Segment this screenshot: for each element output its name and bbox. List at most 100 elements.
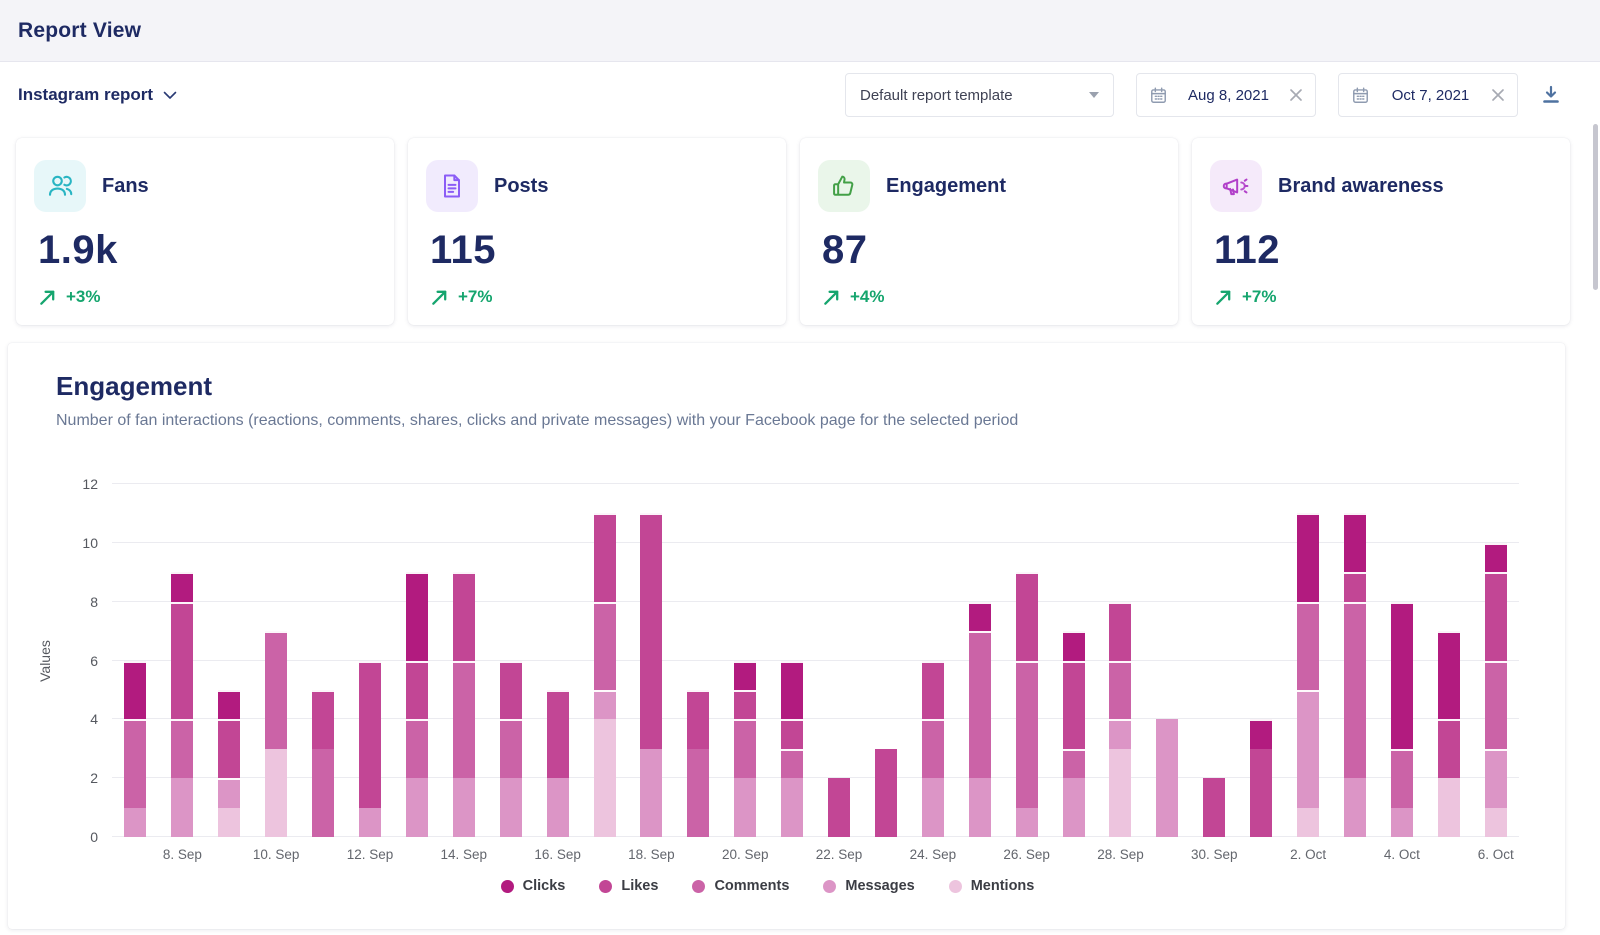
bar-segment-messages[interactable] <box>406 778 428 837</box>
bar-segment-clicks[interactable] <box>1391 602 1413 749</box>
bar-segment-comments[interactable] <box>312 749 334 837</box>
legend-item-clicks[interactable]: Clicks <box>501 878 566 894</box>
bar-segment-comments[interactable] <box>1485 661 1507 749</box>
stacked-bar-17-sep[interactable] <box>594 513 616 837</box>
clear-date-from-icon[interactable] <box>1289 88 1303 102</box>
bar-segment-messages[interactable] <box>453 778 475 837</box>
bar-segment-likes[interactable] <box>406 661 428 720</box>
bar-segment-comments[interactable] <box>406 719 428 778</box>
stacked-bar-3-oct[interactable] <box>1344 513 1366 837</box>
bar-segment-clicks[interactable] <box>1344 513 1366 572</box>
report-switcher[interactable]: Instagram report <box>18 85 177 105</box>
stacked-bar-21-sep[interactable] <box>781 661 803 837</box>
bar-segment-likes[interactable] <box>734 690 756 719</box>
bar-segment-likes[interactable] <box>640 513 662 748</box>
stacked-bar-22-sep[interactable] <box>828 778 850 837</box>
scrollbar-thumb[interactable] <box>1593 124 1598 290</box>
bar-segment-likes[interactable] <box>1438 719 1460 778</box>
bar-segment-messages[interactable] <box>922 778 944 837</box>
stacked-bar-2-oct[interactable] <box>1297 513 1319 837</box>
bar-segment-clicks[interactable] <box>969 602 991 631</box>
stacked-bar-26-sep[interactable] <box>1016 572 1038 837</box>
bar-segment-messages[interactable] <box>969 778 991 837</box>
bar-segment-clicks[interactable] <box>1438 631 1460 719</box>
bar-segment-messages[interactable] <box>781 778 803 837</box>
bar-segment-mentions[interactable] <box>1297 808 1319 837</box>
stacked-bar-11-sep[interactable] <box>312 690 334 837</box>
bar-segment-messages[interactable] <box>1109 719 1131 748</box>
bar-segment-comments[interactable] <box>1391 749 1413 808</box>
legend-item-likes[interactable]: Likes <box>599 878 658 894</box>
stacked-bar-1-oct[interactable] <box>1250 719 1272 837</box>
stacked-bar-14-sep[interactable] <box>453 572 475 837</box>
bar-segment-clicks[interactable] <box>781 661 803 720</box>
bar-segment-comments[interactable] <box>1016 661 1038 808</box>
bar-segment-messages[interactable] <box>218 778 240 807</box>
bar-segment-comments[interactable] <box>734 719 756 778</box>
bar-segment-likes[interactable] <box>1250 749 1272 837</box>
bar-segment-likes[interactable] <box>359 661 381 808</box>
bar-segment-comments[interactable] <box>453 661 475 779</box>
bar-segment-mentions[interactable] <box>594 719 616 837</box>
bar-segment-clicks[interactable] <box>1297 513 1319 601</box>
stacked-bar-9-sep[interactable] <box>218 690 240 837</box>
bar-segment-clicks[interactable] <box>734 661 756 690</box>
bar-segment-messages[interactable] <box>640 749 662 837</box>
bar-segment-comments[interactable] <box>1109 661 1131 720</box>
bar-segment-likes[interactable] <box>547 690 569 778</box>
bar-segment-likes[interactable] <box>1203 778 1225 837</box>
bar-segment-clicks[interactable] <box>1485 543 1507 572</box>
bar-segment-clicks[interactable] <box>1063 631 1085 660</box>
bar-segment-comments[interactable] <box>687 749 709 837</box>
clear-date-to-icon[interactable] <box>1491 88 1505 102</box>
stacked-bar-24-sep[interactable] <box>922 661 944 837</box>
bar-segment-likes[interactable] <box>922 661 944 720</box>
bar-segment-mentions[interactable] <box>1438 778 1460 837</box>
bar-segment-messages[interactable] <box>1297 690 1319 808</box>
bar-segment-messages[interactable] <box>1485 749 1507 808</box>
bar-segment-messages[interactable] <box>171 778 193 837</box>
stacked-bar-27-sep[interactable] <box>1063 631 1085 837</box>
bar-segment-comments[interactable] <box>1063 749 1085 778</box>
bar-segment-comments[interactable] <box>171 719 193 778</box>
bar-segment-comments[interactable] <box>781 749 803 778</box>
stacked-bar-5-oct[interactable] <box>1438 631 1460 837</box>
bar-segment-clicks[interactable] <box>218 690 240 719</box>
bar-segment-messages[interactable] <box>1391 808 1413 837</box>
bar-segment-clicks[interactable] <box>171 572 193 601</box>
bar-segment-comments[interactable] <box>265 631 287 749</box>
stacked-bar-8-sep[interactable] <box>171 572 193 837</box>
bar-segment-likes[interactable] <box>171 602 193 720</box>
bar-segment-mentions[interactable] <box>1109 749 1131 837</box>
bar-segment-comments[interactable] <box>500 719 522 778</box>
bar-segment-clicks[interactable] <box>1250 719 1272 748</box>
bar-segment-likes[interactable] <box>781 719 803 748</box>
stacked-bar-15-sep[interactable] <box>500 661 522 837</box>
bar-segment-messages[interactable] <box>594 690 616 719</box>
bar-segment-messages[interactable] <box>547 778 569 837</box>
bar-segment-comments[interactable] <box>594 602 616 690</box>
stacked-bar-16-sep[interactable] <box>547 690 569 837</box>
stacked-bar-29-sep[interactable] <box>1156 719 1178 837</box>
bar-segment-likes[interactable] <box>875 749 897 837</box>
bar-segment-messages[interactable] <box>1063 778 1085 837</box>
bar-segment-mentions[interactable] <box>265 749 287 837</box>
bar-segment-likes[interactable] <box>828 778 850 837</box>
stacked-bar-30-sep[interactable] <box>1203 778 1225 837</box>
stacked-bar-12-sep[interactable] <box>359 661 381 837</box>
bar-segment-likes[interactable] <box>1344 572 1366 601</box>
date-from-input[interactable]: Aug 8, 2021 <box>1136 73 1316 117</box>
bar-segment-likes[interactable] <box>1485 572 1507 660</box>
stacked-bar-19-sep[interactable] <box>687 690 709 837</box>
bar-segment-comments[interactable] <box>1297 602 1319 690</box>
bar-segment-likes[interactable] <box>312 690 334 749</box>
bar-segment-messages[interactable] <box>1016 808 1038 837</box>
download-report-button[interactable] <box>1540 84 1562 106</box>
bar-segment-likes[interactable] <box>218 719 240 778</box>
stacked-bar-25-sep[interactable] <box>969 602 991 837</box>
bar-segment-messages[interactable] <box>734 778 756 837</box>
stacked-bar-10-sep[interactable] <box>265 631 287 837</box>
bar-segment-messages[interactable] <box>124 808 146 837</box>
bar-segment-comments[interactable] <box>1344 602 1366 779</box>
bar-segment-mentions[interactable] <box>218 808 240 837</box>
